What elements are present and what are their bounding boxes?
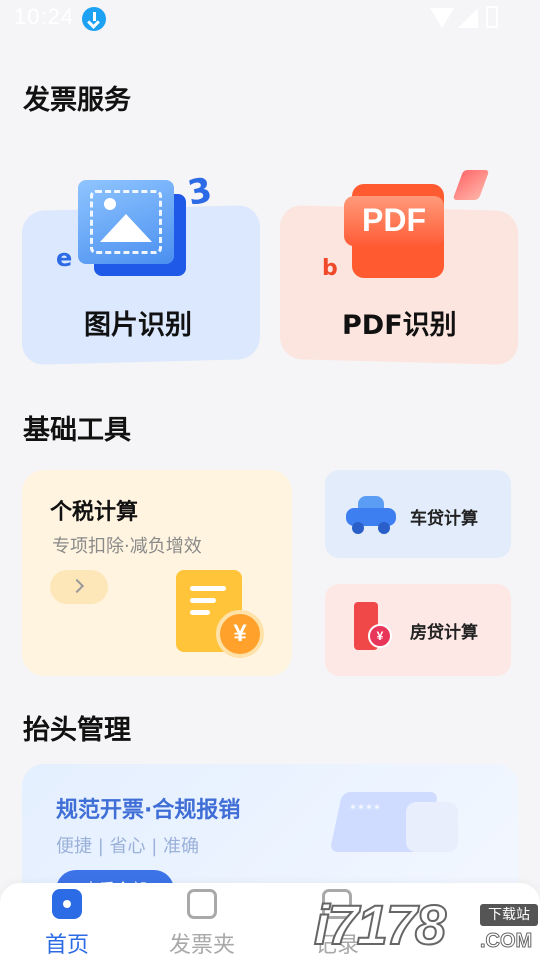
car-loan-label: 车贷计算 [410,509,478,529]
income-tax-go-button[interactable] [50,570,108,604]
banner-subtitle: 便捷 | 省心 | 准确 [56,836,200,857]
tab-home-label: 首页 [44,933,89,958]
status-bar: 10:24 [0,0,540,38]
signal-icon [458,8,478,28]
decoration-curl-icon: b [322,256,338,281]
image-recognition-icon [78,180,188,276]
invoice-folder-icon [187,889,217,919]
pdf-badge-text: PDF [362,202,426,238]
car-icon [346,494,396,534]
receipt-yuan-icon: ¥ [176,570,268,660]
watermark-domain: .COM [479,930,533,953]
home-icon [52,889,82,919]
income-tax-subtitle: 专项扣除·减负增效 [52,536,202,557]
pdf-document-icon: PDF [340,178,448,278]
building-icon: ¥ [348,602,394,652]
tab-invoice-folder[interactable]: 发票夹 [157,883,247,960]
tab-invoice-folder-label: 发票夹 [168,933,235,958]
wifi-icon [430,8,454,28]
title-management-title: 抬头管理 [23,715,131,746]
banner-title: 规范开票·合规报销 [56,798,241,823]
pdf-recognition-label: PDF识别 [342,310,457,341]
status-time: 10:24 [14,4,75,29]
tab-home[interactable]: 首页 [22,883,112,960]
image-recognition-label: 图片识别 [84,310,192,341]
decoration-curl-icon: e [56,244,73,272]
decoration-ribbon-icon [452,170,490,200]
invoice-service-title: 发票服务 [23,85,131,116]
chevron-right-icon [69,578,85,594]
income-tax-title: 个税计算 [50,500,139,525]
mortgage-label: 房贷计算 [410,623,478,643]
invoice-cards-icon: **** [329,782,466,872]
basic-tools-title: 基础工具 [23,415,131,446]
battery-icon [486,6,498,28]
download-icon [82,7,106,31]
site-watermark: i7178 下载站 .COM [308,886,540,960]
watermark-number: i7178 [313,892,447,957]
watermark-tag: 下载站 [480,904,538,926]
